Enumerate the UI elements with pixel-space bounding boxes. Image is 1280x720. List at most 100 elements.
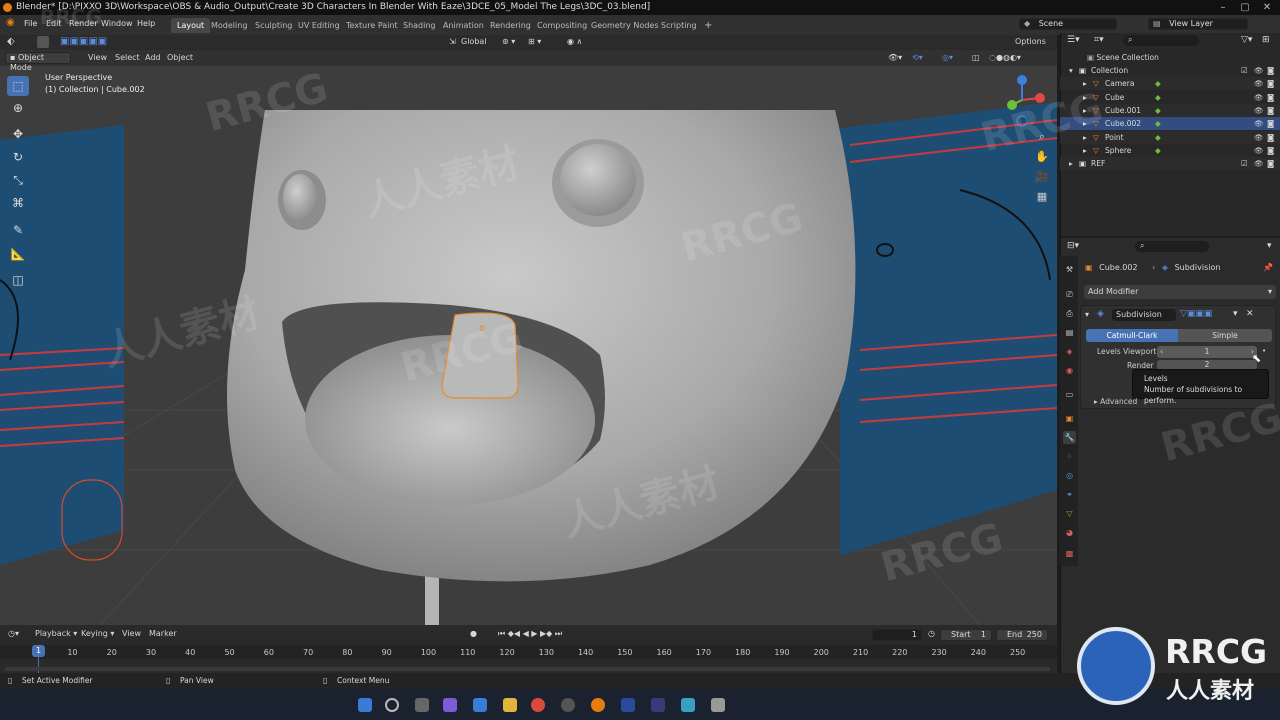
tab-compositing[interactable]: Compositing: [531, 18, 593, 33]
expand-arrow-icon[interactable]: ▸: [1083, 117, 1087, 130]
expand-arrow-icon[interactable]: ▸: [1083, 77, 1087, 90]
visibility-eye-icon[interactable]: 👁: [1254, 104, 1264, 117]
options-menu[interactable]: Options: [1015, 35, 1046, 49]
expand-arrow-icon[interactable]: ▸: [1083, 104, 1087, 117]
menu-render[interactable]: Render: [69, 19, 97, 28]
tab-texture-paint[interactable]: Texture Paint: [340, 18, 404, 33]
annotate-tool[interactable]: ✎: [7, 220, 29, 240]
rotate-tool[interactable]: ↻: [7, 147, 29, 167]
outliner-editor-icon[interactable]: ☰▾: [1067, 35, 1080, 45]
selection-mode-icon[interactable]: [37, 36, 49, 48]
render-visibility-icon[interactable]: ◙: [1267, 104, 1274, 117]
taskbar-app-icon[interactable]: [711, 698, 725, 712]
visibility-eye-icon[interactable]: 👁: [1254, 117, 1264, 130]
tab-scripting[interactable]: Scripting: [655, 18, 703, 33]
menu-playback[interactable]: Playback ▾: [35, 627, 77, 641]
filter-icon[interactable]: ▽▾: [1241, 35, 1252, 45]
chrome-icon[interactable]: [531, 698, 545, 712]
tab-animation[interactable]: Animation: [437, 18, 490, 33]
render-visibility-icon[interactable]: ◙: [1267, 157, 1274, 170]
expand-arrow-icon[interactable]: ▸: [1069, 157, 1073, 170]
render-tab-icon[interactable]: ⎚: [1063, 288, 1076, 301]
timeline-scrollbar[interactable]: [5, 667, 1050, 671]
menu-file[interactable]: File: [24, 19, 37, 28]
physics-tab-icon[interactable]: ◎: [1063, 469, 1076, 482]
render-visibility-icon[interactable]: ◙: [1267, 117, 1274, 130]
shading-modes-icon[interactable]: ◌●◍◐▾: [989, 51, 1021, 65]
properties-editor-icon[interactable]: ⊟▾: [1067, 241, 1079, 251]
properties-search-input[interactable]: ⌕: [1135, 241, 1209, 252]
menu-object[interactable]: Object: [167, 51, 193, 65]
modifier-name-field[interactable]: Subdivision: [1112, 309, 1176, 321]
render-visibility-icon[interactable]: ◙: [1267, 144, 1274, 157]
gizmo-toggle-icon[interactable]: ⟲▾: [912, 51, 923, 65]
outliner-search-input[interactable]: ⌕: [1123, 35, 1199, 46]
advanced-section[interactable]: ▸ Advanced: [1094, 397, 1137, 406]
decrement-arrow-icon[interactable]: ‹: [1160, 346, 1163, 358]
move-tool[interactable]: ✥: [7, 124, 29, 144]
menu-keying[interactable]: Keying ▾: [81, 627, 114, 641]
remove-modifier-icon[interactable]: ✕: [1246, 309, 1254, 319]
tool-tab-icon[interactable]: ⚒: [1063, 263, 1076, 276]
menu-view[interactable]: View: [88, 51, 107, 65]
data-tab-icon[interactable]: ▽: [1063, 507, 1076, 520]
premiere-icon[interactable]: [651, 698, 665, 712]
texture-tab-icon[interactable]: ▩: [1063, 547, 1076, 560]
menu-select[interactable]: Select: [115, 51, 140, 65]
current-frame-field[interactable]: 1: [872, 629, 922, 641]
outliner-row[interactable]: ▸ ▽ Sphere ◆ 👁 ◙: [1060, 144, 1280, 157]
expand-arrow-icon[interactable]: ▸: [1083, 91, 1087, 104]
outliner-row[interactable]: ▸ ▽ Cube.001 ◆ 👁 ◙: [1060, 103, 1280, 117]
timeline-editor-icon[interactable]: ◷▾: [8, 627, 19, 641]
overlay-toggle-icon[interactable]: ◎▾: [942, 51, 953, 65]
add-modifier-dropdown[interactable]: Add Modifier ▾: [1084, 285, 1276, 299]
add-cube-tool[interactable]: ◫: [7, 270, 29, 290]
taskbar-app-icon[interactable]: [443, 698, 457, 712]
outliner-scene-collection[interactable]: ▣ Scene Collection: [1060, 51, 1280, 64]
mode-selector[interactable]: ▪ Object Mode: [5, 52, 71, 72]
output-tab-icon[interactable]: ⎙: [1063, 307, 1076, 320]
transform-tool[interactable]: ⌘: [7, 193, 29, 213]
pin-icon[interactable]: 📌: [1263, 263, 1273, 272]
editor-type-icon[interactable]: ⬖: [7, 35, 15, 49]
menu-timeline-view[interactable]: View: [122, 627, 141, 641]
menu-help[interactable]: Help: [137, 19, 155, 28]
file-explorer-icon[interactable]: [503, 698, 517, 712]
visibility-eye-icon[interactable]: 👁: [1254, 144, 1264, 157]
snap-icon[interactable]: ⊞ ▾: [528, 35, 541, 49]
tab-modeling[interactable]: Modeling: [205, 18, 253, 33]
pivot-icon[interactable]: ⊛ ▾: [502, 35, 515, 49]
simple-option[interactable]: Simple: [1178, 329, 1272, 342]
task-view-icon[interactable]: [415, 698, 429, 712]
modifier-tab-icon[interactable]: 🔧: [1063, 431, 1076, 444]
menu-edit[interactable]: Edit: [46, 19, 62, 28]
tab-uv-editing[interactable]: UV Editing: [292, 18, 346, 33]
transform-orientation[interactable]: Global: [461, 35, 487, 49]
outliner-row[interactable]: ▸ ▽ Camera ◆ 👁 ◙: [1060, 77, 1280, 91]
view-layer-tab-icon[interactable]: ▤: [1063, 326, 1076, 339]
menu-window[interactable]: Window: [101, 19, 133, 28]
taskbar-app-icon[interactable]: [473, 698, 487, 712]
proportional-edit-icon[interactable]: ◉ ∧: [567, 35, 582, 49]
start-frame-field[interactable]: Start 1: [940, 629, 992, 641]
scale-tool[interactable]: ⤡: [7, 170, 29, 190]
view-layer-selector[interactable]: ▤ View Layer: [1148, 18, 1248, 30]
start-menu-icon[interactable]: [358, 698, 372, 712]
outliner-row[interactable]: ▾ ▣ Collection ☑ 👁 ◙: [1060, 64, 1280, 77]
xray-icon[interactable]: ◫: [972, 51, 980, 65]
new-collection-icon[interactable]: ⊞: [1262, 35, 1270, 45]
add-workspace-button[interactable]: +: [698, 18, 718, 33]
photoshop-icon[interactable]: [621, 698, 635, 712]
catmull-clark-option[interactable]: Catmull-Clark: [1086, 329, 1178, 342]
properties-options-icon[interactable]: ▾: [1267, 241, 1272, 251]
exclude-checkbox-icon[interactable]: ☑: [1241, 157, 1248, 170]
display-mode-icon[interactable]: ⌗▾: [1094, 35, 1104, 45]
zoom-icon[interactable]: ⌕: [1031, 127, 1053, 147]
taskbar-search-icon[interactable]: [385, 698, 399, 712]
tab-geometry-nodes[interactable]: Geometry Nodes: [585, 18, 664, 33]
levels-viewport-field[interactable]: ‹ 1 ›: [1157, 346, 1257, 358]
pan-hand-icon[interactable]: ✋: [1031, 147, 1053, 167]
outliner-row[interactable]: ▸ ▽ Point ◆ 👁 ◙: [1060, 130, 1280, 144]
measure-tool[interactable]: 📐: [7, 244, 29, 264]
cursor-tool[interactable]: ⊕: [7, 98, 29, 118]
